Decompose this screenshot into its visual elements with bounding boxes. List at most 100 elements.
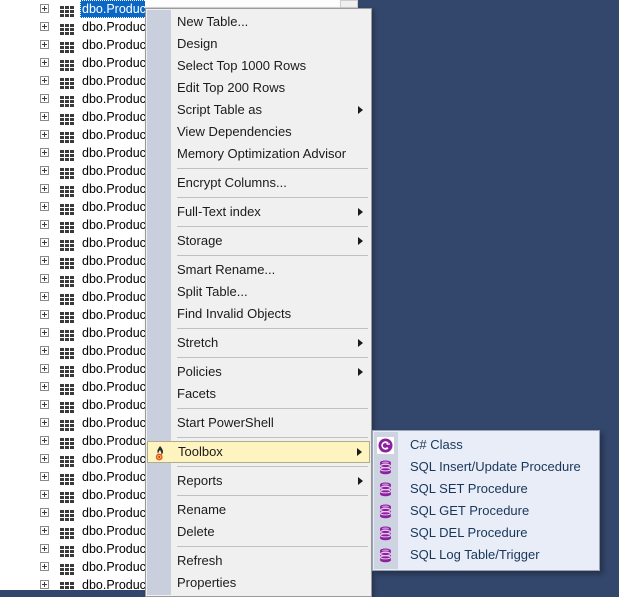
plus-icon[interactable] — [40, 292, 49, 301]
menu-item-label: Full-Text index — [177, 204, 261, 219]
menu-item-script-table-as[interactable]: Script Table as — [146, 99, 371, 121]
plus-icon[interactable] — [40, 418, 49, 427]
table-icon — [60, 4, 74, 17]
menu-item-rename[interactable]: Rename — [146, 499, 371, 521]
plus-icon[interactable] — [40, 130, 49, 139]
tree-row-label: dbo.Product — [80, 0, 152, 18]
plus-icon[interactable] — [40, 328, 49, 337]
plus-icon[interactable] — [40, 22, 49, 31]
plus-icon[interactable] — [40, 436, 49, 445]
menu-item-new-table[interactable]: New Table... — [146, 11, 371, 33]
menu-item-facets[interactable]: Facets — [146, 383, 371, 405]
plus-icon[interactable] — [40, 4, 49, 13]
plus-icon[interactable] — [40, 364, 49, 373]
table-context-menu[interactable]: New Table... Design Select Top 1000 Rows Ed… — [145, 8, 372, 597]
tree-row-label: dbo.Product — [82, 470, 150, 484]
table-icon — [60, 310, 74, 323]
menu-item-full-text-index[interactable]: Full-Text index — [146, 201, 371, 223]
tree-row-label: dbo.Product — [82, 200, 150, 214]
plus-icon[interactable] — [40, 94, 49, 103]
plus-icon[interactable] — [40, 544, 49, 553]
menu-item-select-top-1000-rows[interactable]: Select Top 1000 Rows — [146, 55, 371, 77]
menu-item-stretch[interactable]: Stretch — [146, 332, 371, 354]
menu-item-split-table[interactable]: Split Table... — [146, 281, 371, 303]
submenu-item-sql-get-procedure[interactable]: SQL GET Procedure — [373, 500, 599, 522]
table-icon — [60, 544, 74, 557]
submenu-item-sql-del-procedure[interactable]: SQL DEL Procedure — [373, 522, 599, 544]
database-icon — [377, 503, 394, 520]
menu-item-find-invalid-objects[interactable]: Find Invalid Objects — [146, 303, 371, 325]
menu-item-start-powershell[interactable]: Start PowerShell — [146, 412, 371, 434]
menu-item-edit-top-200-rows[interactable]: Edit Top 200 Rows — [146, 77, 371, 99]
plus-icon[interactable] — [40, 580, 49, 589]
submenu-item-sql-set-procedure[interactable]: SQL SET Procedure — [373, 478, 599, 500]
menu-item-smart-rename[interactable]: Smart Rename... — [146, 259, 371, 281]
menu-item-delete[interactable]: Delete — [146, 521, 371, 543]
scrollbar-thumb[interactable] — [340, 0, 358, 8]
plus-icon[interactable] — [40, 454, 49, 463]
tree-row-label: dbo.Product — [82, 218, 150, 232]
submenu-item-sql-log-table-trigger[interactable]: SQL Log Table/Trigger — [373, 544, 599, 566]
table-icon — [60, 580, 74, 590]
menu-item-toolbox[interactable]: Toolbox — [147, 441, 370, 463]
tree-row-label: dbo.Product — [82, 128, 150, 142]
menu-separator — [146, 543, 371, 550]
plus-icon[interactable] — [40, 562, 49, 571]
menu-item-label: Design — [177, 36, 218, 51]
plus-icon[interactable] — [40, 58, 49, 67]
menu-item-label: Split Table... — [177, 284, 248, 299]
submenu-item-label: C# Class — [410, 437, 463, 452]
menu-item-storage[interactable]: Storage — [146, 230, 371, 252]
plus-icon[interactable] — [40, 508, 49, 517]
menu-item-view-dependencies[interactable]: View Dependencies — [146, 121, 371, 143]
table-icon — [60, 94, 74, 107]
tree-row-label: dbo.Product — [82, 560, 150, 574]
plus-icon[interactable] — [40, 238, 49, 247]
desktop-backdrop-top — [340, 0, 619, 9]
menu-item-label: Encrypt Columns... — [177, 175, 287, 190]
database-icon — [377, 459, 394, 476]
plus-icon[interactable] — [40, 166, 49, 175]
plus-icon[interactable] — [40, 184, 49, 193]
menu-item-label: Properties — [177, 575, 237, 590]
table-icon — [60, 184, 74, 197]
table-icon — [60, 274, 74, 287]
tree-row-label: dbo.Product — [82, 92, 150, 106]
menu-separator — [146, 165, 371, 172]
menu-item-encrypt-columns[interactable]: Encrypt Columns... — [146, 172, 371, 194]
csharp-class-icon — [377, 437, 394, 454]
menu-item-properties[interactable]: Properties — [146, 572, 371, 594]
explorer-panel-top-edge — [145, 0, 340, 8]
plus-icon[interactable] — [40, 490, 49, 499]
plus-icon[interactable] — [40, 274, 49, 283]
submenu-item-c-class[interactable]: C# Class — [373, 434, 599, 456]
plus-icon[interactable] — [40, 310, 49, 319]
plus-icon[interactable] — [40, 112, 49, 121]
menu-item-label: Reports — [177, 473, 223, 488]
plus-icon[interactable] — [40, 526, 49, 535]
table-icon — [60, 58, 74, 71]
plus-icon[interactable] — [40, 400, 49, 409]
plus-icon[interactable] — [40, 148, 49, 157]
toolbox-submenu[interactable]: C# Class SQL Insert/Update Procedure SQL S… — [372, 430, 600, 571]
plus-icon[interactable] — [40, 472, 49, 481]
menu-item-refresh[interactable]: Refresh — [146, 550, 371, 572]
table-icon — [60, 112, 74, 125]
plus-icon[interactable] — [40, 346, 49, 355]
plus-icon[interactable] — [40, 202, 49, 211]
database-icon — [377, 481, 394, 498]
plus-icon[interactable] — [40, 40, 49, 49]
plus-icon[interactable] — [40, 76, 49, 85]
menu-item-policies[interactable]: Policies — [146, 361, 371, 383]
table-icon — [60, 22, 74, 35]
submenu-item-label: SQL SET Procedure — [410, 481, 528, 496]
menu-item-design[interactable]: Design — [146, 33, 371, 55]
plus-icon[interactable] — [40, 382, 49, 391]
menu-item-reports[interactable]: Reports — [146, 470, 371, 492]
tree-row-label: dbo.Product — [82, 110, 150, 124]
submenu-item-sql-insert-update-procedure[interactable]: SQL Insert/Update Procedure — [373, 456, 599, 478]
plus-icon[interactable] — [40, 256, 49, 265]
menu-item-memory-optimization-advisor[interactable]: Memory Optimization Advisor — [146, 143, 371, 165]
plus-icon[interactable] — [40, 220, 49, 229]
menu-separator — [146, 354, 371, 361]
